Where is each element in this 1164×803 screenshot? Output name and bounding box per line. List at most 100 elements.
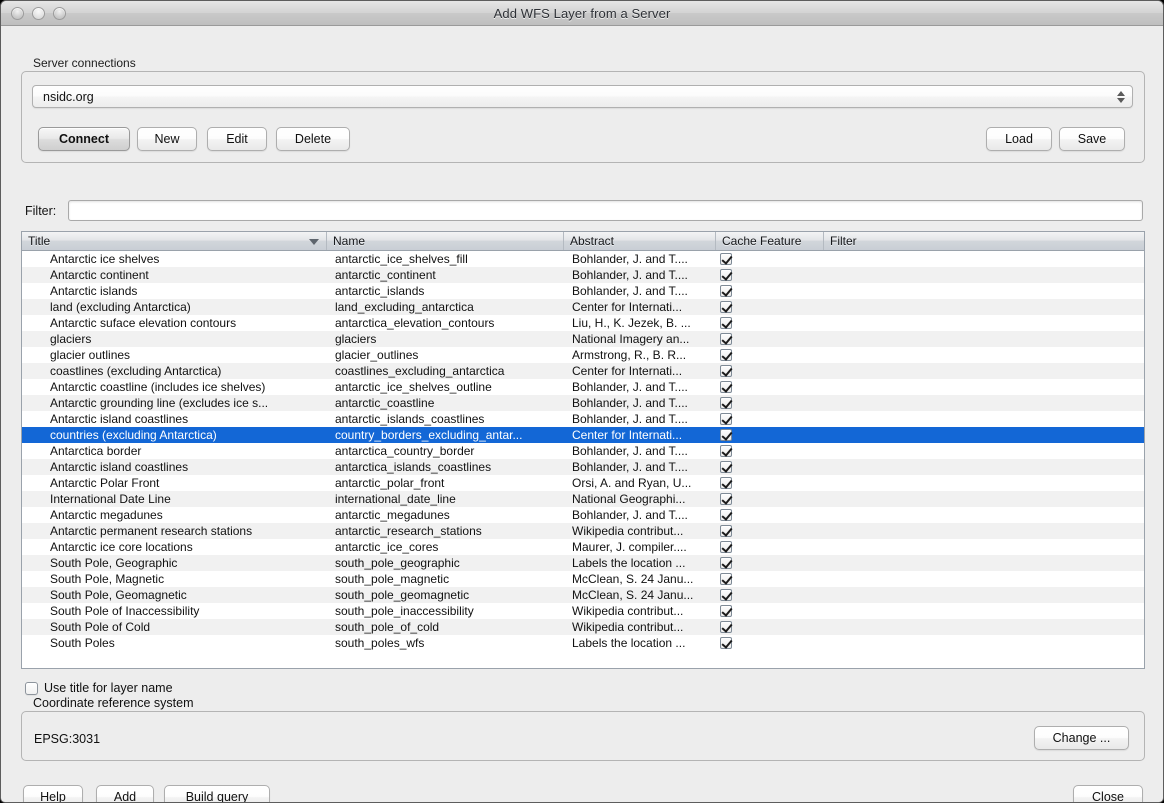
table-row[interactable]: Antarctic islandsantarctic_islandsBohlan… [22,283,1144,299]
table-row[interactable]: South Pole of Inaccessibilitysouth_pole_… [22,603,1144,619]
table-row[interactable]: International Date Lineinternational_dat… [22,491,1144,507]
cell-cache-feature[interactable] [716,541,824,553]
table-row[interactable]: Antarctic megadunesantarctic_megadunesBo… [22,507,1144,523]
table-row[interactable]: South Pole, Geographicsouth_pole_geograp… [22,555,1144,571]
cache-feature-checkbox[interactable] [720,253,732,265]
table-row[interactable]: Antarctic grounding line (excludes ice s… [22,395,1144,411]
table-row[interactable]: countries (excluding Antarctica)country_… [22,427,1144,443]
cell-cache-feature[interactable] [716,509,824,521]
cell-cache-feature[interactable] [716,333,824,345]
cache-feature-checkbox[interactable] [720,317,732,329]
cell-cache-feature[interactable] [716,557,824,569]
cell-cache-feature[interactable] [716,621,824,633]
cache-feature-checkbox[interactable] [720,269,732,281]
cell-cache-feature[interactable] [716,269,824,281]
cache-feature-checkbox[interactable] [720,589,732,601]
table-row[interactable]: glacier outlinesglacier_outlinesArmstron… [22,347,1144,363]
cache-feature-checkbox[interactable] [720,301,732,313]
cell-cache-feature[interactable] [716,301,824,313]
cache-feature-checkbox[interactable] [720,493,732,505]
cell-cache-feature[interactable] [716,573,824,585]
new-button[interactable]: New [137,127,197,151]
table-row[interactable]: South Polessouth_poles_wfsLabels the loc… [22,635,1144,651]
cache-feature-checkbox[interactable] [720,461,732,473]
column-header-cache-feature[interactable]: Cache Feature [716,232,824,250]
cell-cache-feature[interactable] [716,381,824,393]
build-query-button[interactable]: Build query [164,785,270,803]
table-row[interactable]: South Pole of Coldsouth_pole_of_coldWiki… [22,619,1144,635]
table-row[interactable]: Antarctic island coastlinesantarctic_isl… [22,411,1144,427]
cell-cache-feature[interactable] [716,413,824,425]
add-button[interactable]: Add [96,785,154,803]
cell-cache-feature[interactable] [716,285,824,297]
cache-feature-checkbox[interactable] [720,525,732,537]
cell-cache-feature[interactable] [716,525,824,537]
cache-feature-checkbox[interactable] [720,285,732,297]
cache-feature-checkbox[interactable] [720,637,732,649]
save-button[interactable]: Save [1059,127,1125,151]
table-row[interactable]: coastlines (excluding Antarctica)coastli… [22,363,1144,379]
layers-table[interactable]: Title Name Abstract Cache Feature Filter… [21,231,1145,669]
table-row[interactable]: land (excluding Antarctica)land_excludin… [22,299,1144,315]
cache-feature-checkbox[interactable] [720,573,732,585]
zoom-button-icon[interactable] [53,7,66,20]
cell-cache-feature[interactable] [716,605,824,617]
cell-cache-feature[interactable] [716,429,824,441]
cache-feature-checkbox[interactable] [720,477,732,489]
cache-feature-checkbox[interactable] [720,509,732,521]
table-row[interactable]: Antarctic suface elevation contoursantar… [22,315,1144,331]
table-row[interactable]: Antarctica borderantarctica_country_bord… [22,443,1144,459]
column-header-filter[interactable]: Filter [824,232,1144,250]
table-row[interactable]: South Pole, Geomagneticsouth_pole_geomag… [22,587,1144,603]
table-row[interactable]: Antarctic ice shelvesantarctic_ice_shelv… [22,251,1144,267]
close-button-icon[interactable] [11,7,24,20]
minimize-button-icon[interactable] [32,7,45,20]
edit-button[interactable]: Edit [207,127,267,151]
use-title-checkbox[interactable] [25,682,38,695]
cache-feature-checkbox[interactable] [720,349,732,361]
table-row[interactable]: South Pole, Magneticsouth_pole_magneticM… [22,571,1144,587]
table-row[interactable]: Antarctic ice core locationsantarctic_ic… [22,539,1144,555]
cell-cache-feature[interactable] [716,397,824,409]
table-row[interactable]: Antarctic coastline (includes ice shelve… [22,379,1144,395]
close-button[interactable]: Close [1073,785,1143,803]
cache-feature-checkbox[interactable] [720,365,732,377]
cell-cache-feature[interactable] [716,317,824,329]
cell-cache-feature[interactable] [716,461,824,473]
filter-input[interactable] [68,200,1143,221]
column-header-name[interactable]: Name [327,232,564,250]
cache-feature-checkbox[interactable] [720,541,732,553]
window-controls[interactable] [11,7,66,20]
table-row[interactable]: Antarctic Polar Frontantarctic_polar_fro… [22,475,1144,491]
cache-feature-checkbox[interactable] [720,445,732,457]
cell-cache-feature[interactable] [716,589,824,601]
cell-cache-feature[interactable] [716,445,824,457]
cell-cache-feature[interactable] [716,477,824,489]
cache-feature-checkbox[interactable] [720,381,732,393]
server-connection-combobox[interactable]: nsidc.org [32,85,1133,108]
cell-cache-feature[interactable] [716,253,824,265]
cell-cache-feature[interactable] [716,493,824,505]
connect-button[interactable]: Connect [38,127,130,151]
cache-feature-checkbox[interactable] [720,621,732,633]
change-crs-button[interactable]: Change ... [1034,726,1129,750]
cache-feature-checkbox[interactable] [720,413,732,425]
delete-button[interactable]: Delete [276,127,350,151]
cell-cache-feature[interactable] [716,637,824,649]
cache-feature-checkbox[interactable] [720,429,732,441]
cache-feature-checkbox[interactable] [720,605,732,617]
table-row[interactable]: glaciersglaciersNational Imagery an... [22,331,1144,347]
use-title-checkbox-row[interactable]: Use title for layer name [25,681,173,695]
cache-feature-checkbox[interactable] [720,333,732,345]
table-row[interactable]: Antarctic island coastlinesantarctica_is… [22,459,1144,475]
column-header-title[interactable]: Title [22,232,327,250]
cell-cache-feature[interactable] [716,349,824,361]
help-button[interactable]: Help [23,785,83,803]
cell-cache-feature[interactable] [716,365,824,377]
table-row[interactable]: Antarctic continentantarctic_continentBo… [22,267,1144,283]
load-button[interactable]: Load [986,127,1052,151]
cache-feature-checkbox[interactable] [720,557,732,569]
table-row[interactable]: Antarctic permanent research stationsant… [22,523,1144,539]
cache-feature-checkbox[interactable] [720,397,732,409]
column-header-abstract[interactable]: Abstract [564,232,716,250]
